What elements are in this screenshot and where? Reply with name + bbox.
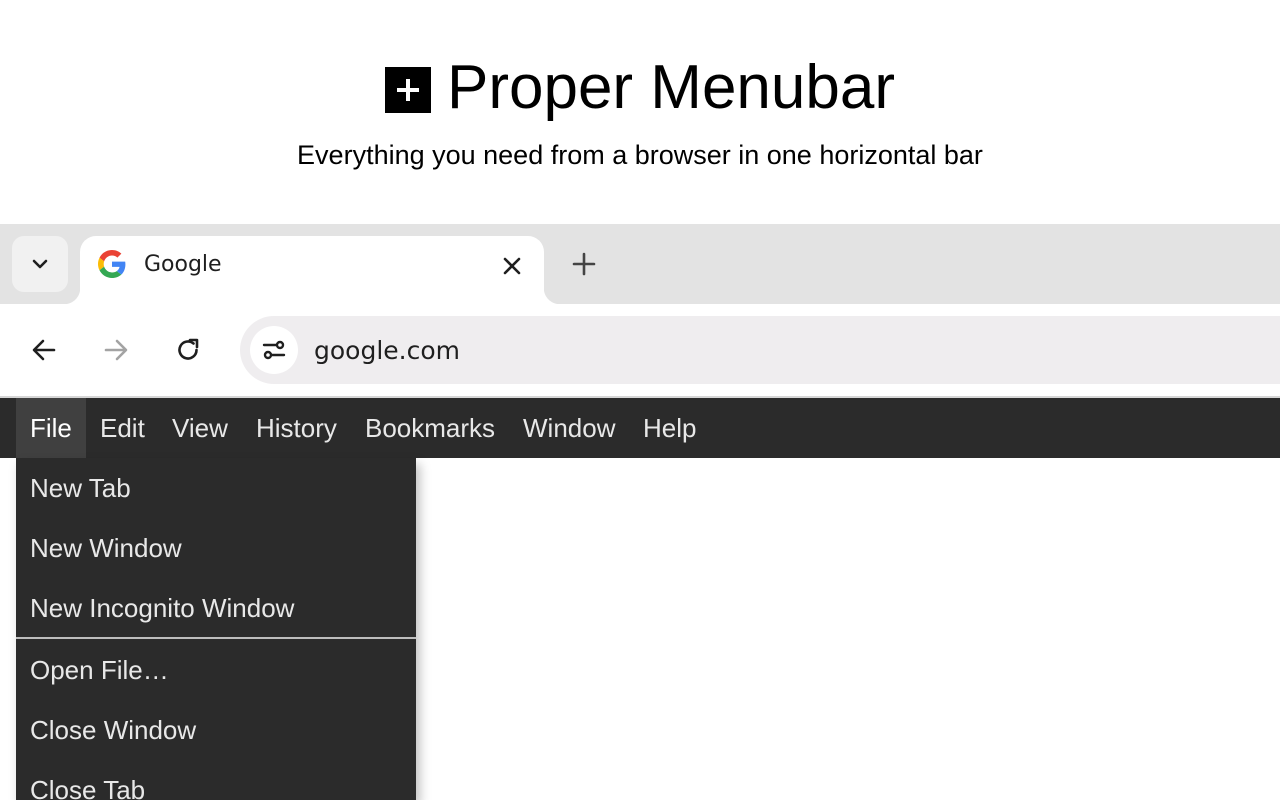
url-text[interactable]: google.com <box>314 336 460 366</box>
menu-item-open-file[interactable]: Open File… <box>16 640 416 700</box>
file-menu-dropdown: New Tab New Window New Incognito Window … <box>16 458 416 800</box>
tab-close-button[interactable] <box>496 250 528 282</box>
address-bar[interactable]: google.com <box>240 316 1280 384</box>
new-tab-button[interactable] <box>564 244 604 284</box>
hero-title-row: Proper Menubar <box>0 52 1280 124</box>
back-button[interactable] <box>24 330 64 370</box>
plus-box-icon <box>385 67 431 113</box>
page-title: Proper Menubar <box>447 52 895 124</box>
plus-icon <box>572 252 596 276</box>
menu-help[interactable]: Help <box>629 398 710 458</box>
menubar: File Edit View History Bookmarks Window … <box>0 398 1280 458</box>
arrow-right-icon <box>102 336 130 364</box>
menu-view[interactable]: View <box>158 398 242 458</box>
forward-button[interactable] <box>96 330 136 370</box>
browser-toolbar: google.com <box>0 304 1280 398</box>
tune-icon <box>260 336 288 364</box>
tab-google[interactable]: Google <box>80 236 544 304</box>
menu-window[interactable]: Window <box>509 398 629 458</box>
chevron-down-icon <box>30 254 50 274</box>
reload-button[interactable] <box>168 330 208 370</box>
menu-file[interactable]: File <box>16 398 86 458</box>
menu-history[interactable]: History <box>242 398 351 458</box>
arrow-left-icon <box>30 336 58 364</box>
hero-section: Proper Menubar Everything you need from … <box>0 0 1280 224</box>
menu-edit[interactable]: Edit <box>86 398 159 458</box>
menu-item-close-tab[interactable]: Close Tab <box>16 760 416 800</box>
reload-icon <box>174 336 202 364</box>
menu-separator <box>16 637 416 639</box>
google-g-icon <box>98 250 126 278</box>
menu-item-new-window[interactable]: New Window <box>16 518 416 578</box>
close-icon <box>503 257 521 275</box>
menu-item-new-incognito-window[interactable]: New Incognito Window <box>16 578 416 638</box>
site-info-button[interactable] <box>250 326 298 374</box>
page-subtitle: Everything you need from a browser in on… <box>0 138 1280 172</box>
tab-title: Google <box>144 252 222 278</box>
menu-item-close-window[interactable]: Close Window <box>16 700 416 760</box>
tab-search-button[interactable] <box>12 236 68 292</box>
menu-item-new-tab[interactable]: New Tab <box>16 458 416 518</box>
tab-strip: Google <box>0 224 1280 304</box>
menu-bookmarks[interactable]: Bookmarks <box>351 398 509 458</box>
